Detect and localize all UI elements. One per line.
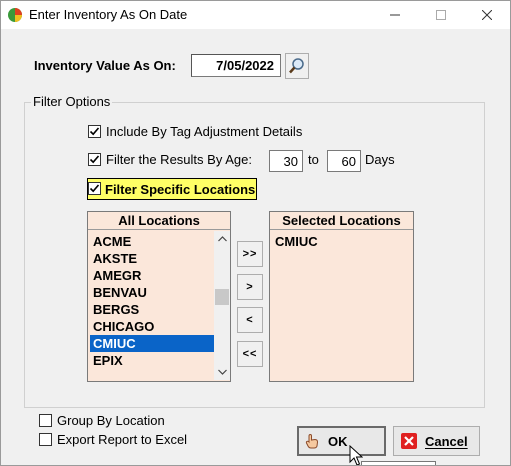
checkmark-icon [89,184,100,193]
include-tag-label: Include By Tag Adjustment Details [106,124,303,139]
hand-point-icon [305,433,319,449]
age-unit-label: Days [365,152,395,167]
date-picker-button[interactable] [285,53,309,79]
scroll-up-icon[interactable] [214,231,230,247]
group-by-location-label: Group By Location [57,413,165,428]
maximize-button[interactable] [418,1,464,29]
list-item[interactable]: BENVAU [90,284,214,301]
add-all-button[interactable]: >> [237,241,263,267]
all-locations-list[interactable]: All Locations ACME AKSTE AMEGR BENVAU BE… [87,211,231,382]
age-to-input[interactable]: 60 [327,150,361,172]
list-item[interactable]: AKSTE [90,250,214,267]
age-from-input[interactable]: 30 [269,150,303,172]
dialog-window: Enter Inventory As On Date Inventory Val… [0,0,511,466]
magnifier-icon [289,58,304,74]
ok-button[interactable]: OK [297,426,386,456]
scroll-thumb[interactable] [215,289,229,305]
cancel-label: Cancel [425,433,468,449]
mouse-cursor-icon [349,445,363,465]
selected-locations-list[interactable]: Selected Locations CMIUC [269,211,414,382]
filter-age-label: Filter the Results By Age: [106,152,252,167]
list-item[interactable]: CMIUC [272,233,410,250]
export-excel-checkbox[interactable] [39,433,52,446]
checkmark-icon [89,155,100,164]
list-item[interactable]: EPIX [90,352,214,369]
all-locations-scrollbar[interactable] [214,231,230,380]
title-bar[interactable]: Enter Inventory As On Date [1,1,510,29]
checkmark-icon [89,127,100,136]
filter-age-checkbox[interactable] [88,153,101,166]
close-icon [482,10,492,20]
group-by-location-checkbox[interactable] [39,414,52,427]
all-locations-header: All Locations [88,212,230,230]
specific-locations-checkbox[interactable] [88,182,101,195]
filter-options-label: Filter Options [31,94,113,109]
list-item[interactable]: ACME [90,233,214,250]
remove-button[interactable]: < [237,307,263,333]
inventory-date-field[interactable]: 7/05/2022 [191,54,281,77]
tooltip [361,461,436,465]
cancel-button[interactable]: Cancel [393,426,480,456]
age-to-label: to [308,152,319,167]
list-item[interactable]: CHICAGO [90,318,214,335]
minimize-button[interactable] [372,1,418,29]
specific-locations-label[interactable]: Filter Specific Locations [105,182,255,197]
cancel-icon [401,433,417,449]
include-tag-checkbox[interactable] [88,125,101,138]
list-item[interactable]: AMEGR [90,267,214,284]
list-item-selected[interactable]: CMIUC [90,335,214,352]
remove-all-button[interactable]: << [237,341,263,367]
list-item[interactable]: BERGS [90,301,214,318]
window-title: Enter Inventory As On Date [29,7,188,22]
selected-locations-header: Selected Locations [270,212,413,230]
export-excel-label: Export Report to Excel [57,432,188,447]
app-icon [7,7,23,23]
add-button[interactable]: > [237,274,263,300]
close-button[interactable] [464,1,510,29]
ok-label: OK [328,433,348,449]
scroll-down-icon[interactable] [214,364,230,380]
inventory-date-label: Inventory Value As On: [34,58,176,73]
